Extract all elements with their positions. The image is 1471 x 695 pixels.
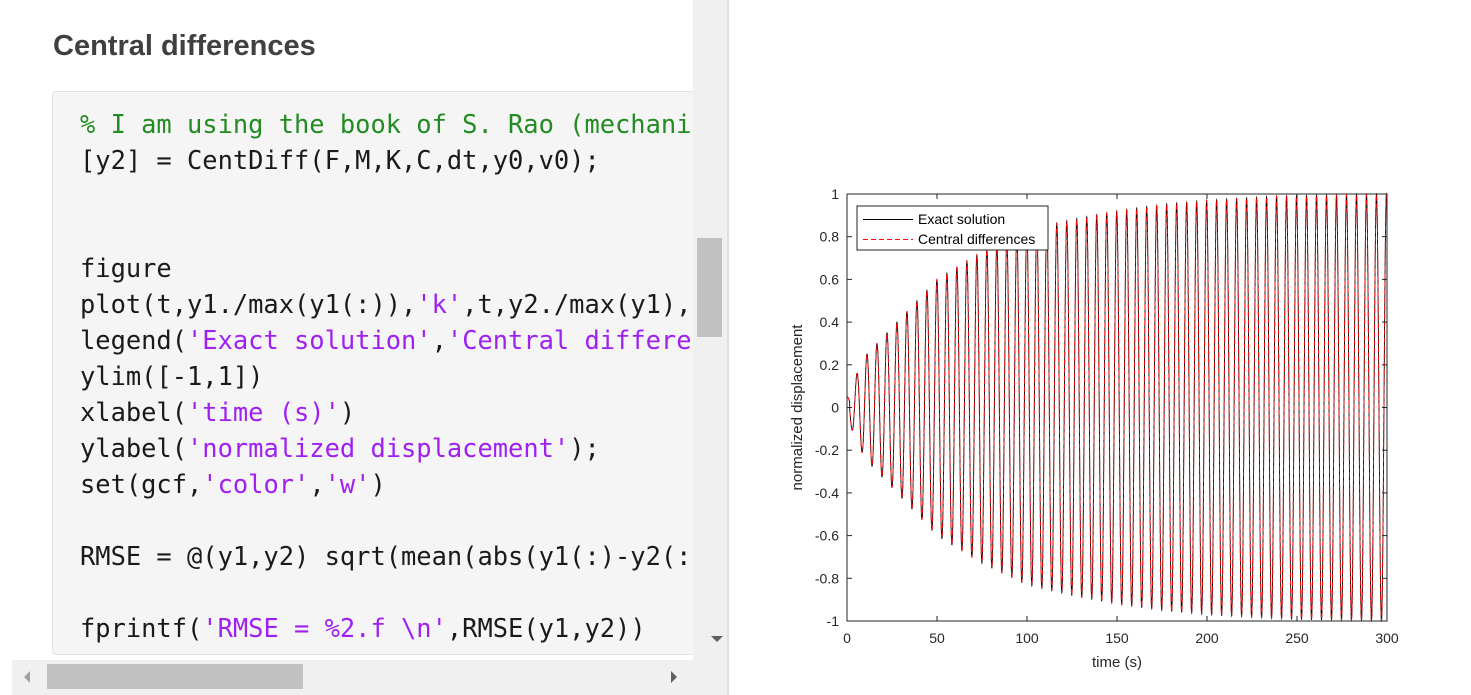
scroll-down-arrow-icon[interactable] (711, 636, 723, 642)
legend-label-central: Central differences (918, 231, 1035, 247)
code-block[interactable]: % I am using the book of S. Rao (mechani… (52, 91, 713, 655)
horizontal-scroll-thumb[interactable] (47, 664, 303, 689)
code-token: ylim([-1,1]) (80, 361, 264, 391)
x-tick-label: 300 (1375, 630, 1399, 646)
series-exact-solution (846, 192, 1388, 622)
y-tick-label: -1 (827, 613, 840, 629)
code-token: , (309, 469, 325, 499)
code-string: 'Central differe (446, 325, 692, 355)
vertical-scrollbar[interactable] (693, 0, 728, 660)
code-line: plot(t,y1./max(y1(:)),'k',t,y2./max(y1), (80, 286, 692, 322)
code-token: figure (80, 253, 172, 283)
scroll-left-arrow-icon[interactable] (24, 671, 30, 683)
live-script-panel: Central differences % I am using the boo… (0, 0, 728, 695)
figure-output: 0 50 100 150 200 250 300 -1 -0.8 -0.6 -0.4 -0.2 0 0.2… (730, 0, 1471, 695)
code-string: 'normalized displacement' (187, 433, 570, 463)
pane-divider[interactable] (727, 0, 729, 695)
x-tick-label: 100 (1015, 630, 1039, 646)
code-token: ) (339, 397, 356, 427)
code-token: set(gcf, (80, 469, 203, 499)
code-string: 'RMSE = %2.f \n' (202, 613, 447, 643)
code-string: 'Exact solution' (187, 325, 432, 355)
x-tick-label: 50 (929, 630, 945, 646)
section-title: Central differences (53, 30, 316, 62)
code-comment: % I am using the book of S. Rao (mechani (80, 109, 692, 139)
code-token: fprintf( (80, 613, 203, 643)
y-tick-label: -0.8 (815, 570, 839, 586)
y-tick-label: -0.2 (815, 442, 839, 458)
code-token: ,t,y2./max(y1), (462, 289, 692, 319)
y-tick-label: 0.2 (820, 357, 840, 373)
code-text[interactable]: % I am using the book of S. Rao (mechani… (80, 106, 692, 646)
code-line: fprintf('RMSE = %2.f \n',RMSE(y1,y2)) (80, 610, 692, 646)
y-tick-label: -0.6 (815, 528, 839, 544)
x-tick-label: 0 (843, 630, 851, 646)
scroll-right-arrow-icon[interactable] (671, 671, 677, 683)
code-token: plot(t,y1./max(y1(:)), (80, 289, 417, 319)
code-line: legend('Exact solution','Central differe (80, 322, 692, 358)
code-line: ylabel('normalized displacement'); (80, 430, 692, 466)
code-token: xlabel( (80, 397, 188, 427)
code-line: set(gcf,'color','w') (80, 466, 692, 502)
legend-label-exact: Exact solution (918, 211, 1005, 227)
code-token: ); (569, 433, 600, 463)
y-tick-label: 0.8 (820, 229, 840, 245)
plot-lines (846, 192, 1388, 623)
vertical-scroll-thumb[interactable] (697, 238, 722, 337)
scrollbar-corner (693, 660, 728, 695)
code-line: ylim([-1,1]) (80, 358, 692, 394)
code-line: % I am using the book of S. Rao (mechani (80, 106, 692, 142)
figure-chart: 0 50 100 150 200 250 300 -1 -0.8 -0.6 -0.4 -0.2 0 0.2… (789, 186, 1399, 671)
y-tick-label: 0.4 (820, 314, 840, 330)
y-tick-label: 0 (831, 400, 839, 416)
code-token: ylabel( (80, 433, 188, 463)
code-token: RMSE = @(y1,y2) sqrt(mean(abs(y1(:)-y2(: (80, 541, 692, 571)
x-tick-label: 150 (1105, 630, 1129, 646)
code-token: , (431, 325, 447, 355)
x-axis-label: time (s) (1092, 654, 1142, 671)
code-token: ,RMSE(y1,y2)) (446, 613, 646, 643)
code-token: ) (370, 469, 386, 499)
code-line: [y2] = CentDiff(F,M,K,C,dt,y0,v0); (80, 142, 692, 178)
y-tick-label: 0.6 (820, 271, 840, 287)
code-line: RMSE = @(y1,y2) sqrt(mean(abs(y1(:)-y2(: (80, 538, 692, 574)
code-string: 'k' (416, 289, 463, 319)
code-string: 'color' (202, 469, 310, 499)
y-axis-label: normalized displacement (789, 324, 806, 491)
code-line: xlabel('time (s)') (80, 394, 692, 430)
y-tick-label: -0.4 (815, 485, 839, 501)
chart-legend[interactable]: Exact solution Central differences (856, 205, 1049, 251)
code-token: [y2] = CentDiff(F,M,K,C,dt,y0,v0); (80, 145, 600, 175)
horizontal-scrollbar[interactable] (12, 660, 693, 695)
series-central-differences (846, 193, 1388, 623)
y-tick-label: 1 (831, 186, 839, 202)
x-tick-label: 200 (1195, 630, 1219, 646)
code-line: figure (80, 250, 692, 286)
code-string: 'time (s)' (187, 397, 340, 427)
x-tick-label: 250 (1285, 630, 1309, 646)
code-token: legend( (80, 325, 188, 355)
code-string: 'w' (324, 469, 371, 499)
axes-box (846, 193, 1388, 622)
axes-ticks: 0 50 100 150 200 250 300 -1 -0.8 -0.6 -0.4 -0.2 0 0.2… (815, 186, 1399, 646)
